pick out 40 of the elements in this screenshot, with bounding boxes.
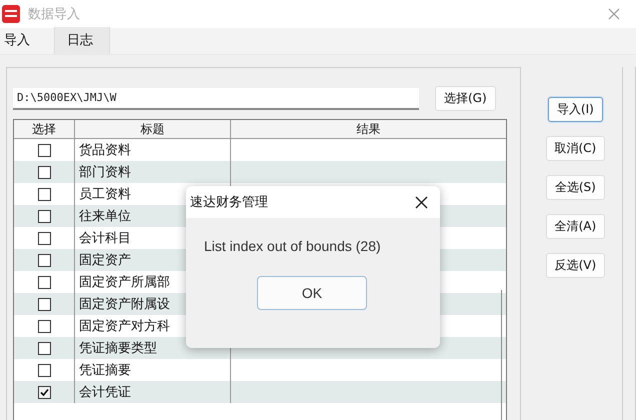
action-button[interactable]: 取消(C)	[546, 136, 606, 161]
checkbox[interactable]	[38, 342, 50, 354]
checkbox[interactable]	[38, 364, 50, 376]
table-cell-text: 固定资产附属设	[79, 296, 170, 313]
checkbox[interactable]	[38, 254, 50, 266]
table-cell-text: 部门资料	[79, 164, 131, 181]
checkbox[interactable]	[38, 298, 50, 310]
checkbox[interactable]	[38, 210, 50, 222]
table-cell-text: 会计凭证	[79, 384, 131, 401]
action-button[interactable]: 反选(V)	[546, 253, 606, 278]
table-cell-text: 会计科目	[79, 230, 131, 247]
path-field[interactable]: D:\5000EX\JMJ\W	[13, 88, 419, 110]
table-cell-text: 往来单位	[79, 208, 131, 225]
table-cell-text: 固定资产所属部	[79, 274, 170, 291]
column-header: 标题	[75, 120, 231, 138]
dialog-message: List index out of bounds (28)	[204, 238, 381, 254]
table-cell-text: 固定资产对方科	[79, 318, 170, 335]
table-cell-text: 员工资料	[79, 186, 131, 203]
action-button[interactable]: 导入(I)	[548, 97, 603, 122]
checkbox[interactable]	[38, 276, 50, 288]
checkbox[interactable]	[38, 188, 50, 200]
dialog-title: 速达财务管理	[190, 194, 268, 211]
browse-button[interactable]: 选择(G)	[435, 86, 496, 111]
table-cell-text: 固定资产	[79, 252, 131, 269]
checkbox[interactable]	[38, 166, 50, 178]
table-cell-text: 凭证摘要	[79, 362, 131, 379]
checkbox[interactable]	[38, 320, 50, 332]
action-button[interactable]: 全选(S)	[546, 175, 605, 200]
checkbox[interactable]	[38, 144, 50, 156]
ok-button[interactable]: OK	[257, 276, 367, 310]
column-header: 结果	[356, 121, 382, 138]
close-icon[interactable]	[415, 196, 428, 208]
checkbox[interactable]	[38, 232, 50, 244]
table-cell-text: 货品资料	[79, 142, 131, 159]
column-header: 选择	[14, 120, 75, 138]
action-button[interactable]: 全清(A)	[546, 214, 606, 239]
window-title: 数据导入	[28, 6, 80, 23]
tab[interactable]: 日志	[54, 27, 110, 54]
table-cell-text: 凭证摘要类型	[79, 340, 157, 357]
checkbox[interactable]	[38, 386, 50, 398]
